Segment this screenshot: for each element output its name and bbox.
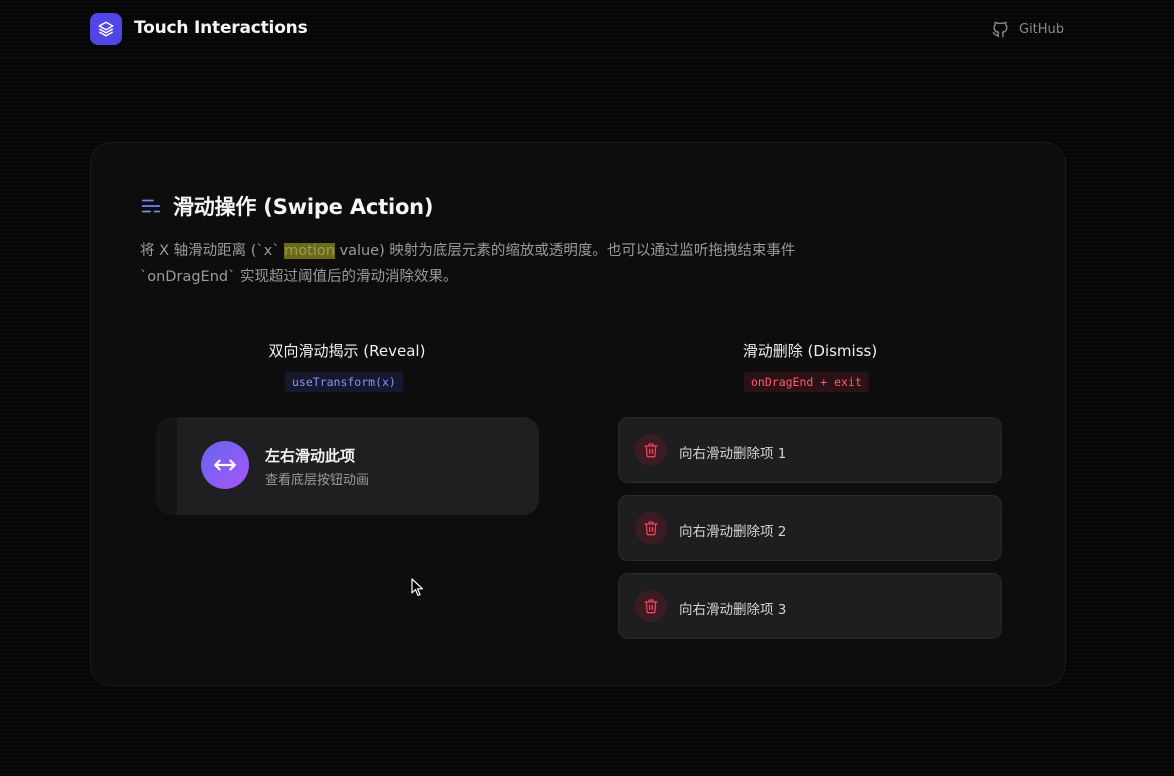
top-bar: Touch Interactions GitHub: [0, 0, 1174, 58]
github-link[interactable]: GitHub: [991, 19, 1064, 39]
arrows-horizontal-icon: [214, 459, 236, 471]
brand-title: Touch Interactions: [134, 18, 308, 38]
layers-icon: [98, 21, 114, 37]
github-icon: [992, 21, 1008, 37]
desc-highlight: motion: [284, 243, 335, 259]
desc-part-1: 将 X 轴滑动距离 (`x`: [140, 243, 285, 259]
reveal-column-title: 双向滑动揭示 (Reveal): [268, 342, 426, 360]
logo[interactable]: [90, 13, 122, 45]
github-label: GitHub: [1019, 21, 1065, 37]
dismiss-item-label: 向右滑动删除项 1: [679, 446, 787, 462]
section-header: 滑动操作 (Swipe Action): [140, 191, 434, 221]
dismiss-code-tag: onDragEnd + exit: [744, 372, 869, 392]
dismiss-item-label: 向右滑动删除项 2: [679, 524, 787, 540]
reveal-badge: [201, 441, 249, 489]
dismiss-item[interactable]: 向右滑动删除项 1: [618, 417, 1002, 483]
trash-icon: [644, 443, 658, 458]
dismiss-item[interactable]: 向右滑动删除项 2: [618, 495, 1002, 561]
dismiss-item-label: 向右滑动删除项 3: [679, 602, 787, 618]
align-lines-icon: [141, 199, 161, 213]
reveal-swipe-item[interactable]: 左右滑动此项 查看底层按钮动画: [177, 417, 539, 515]
section-description: 将 X 轴滑动距离 (`x` motion value) 映射为底层元素的缩放或…: [140, 238, 830, 290]
reveal-item-title: 左右滑动此项: [265, 447, 356, 465]
reveal-container: 左右滑动此项 查看底层按钮动画: [156, 417, 539, 515]
trash-icon: [644, 521, 658, 536]
dismiss-column-title: 滑动删除 (Dismiss): [742, 342, 878, 360]
trash-icon: [644, 599, 658, 614]
trash-badge: [635, 512, 667, 544]
trash-badge: [635, 434, 667, 466]
section-title: 滑动操作 (Swipe Action): [173, 195, 434, 219]
dismiss-item[interactable]: 向右滑动删除项 3: [618, 573, 1002, 639]
trash-badge: [635, 590, 667, 622]
reveal-item-subtitle: 查看底层按钮动画: [265, 473, 370, 488]
mouse-cursor-icon: [411, 578, 424, 597]
swipe-action-card: 滑动操作 (Swipe Action) 将 X 轴滑动距离 (`x` motio…: [90, 142, 1066, 686]
reveal-code-tag: useTransform(x): [285, 372, 403, 392]
